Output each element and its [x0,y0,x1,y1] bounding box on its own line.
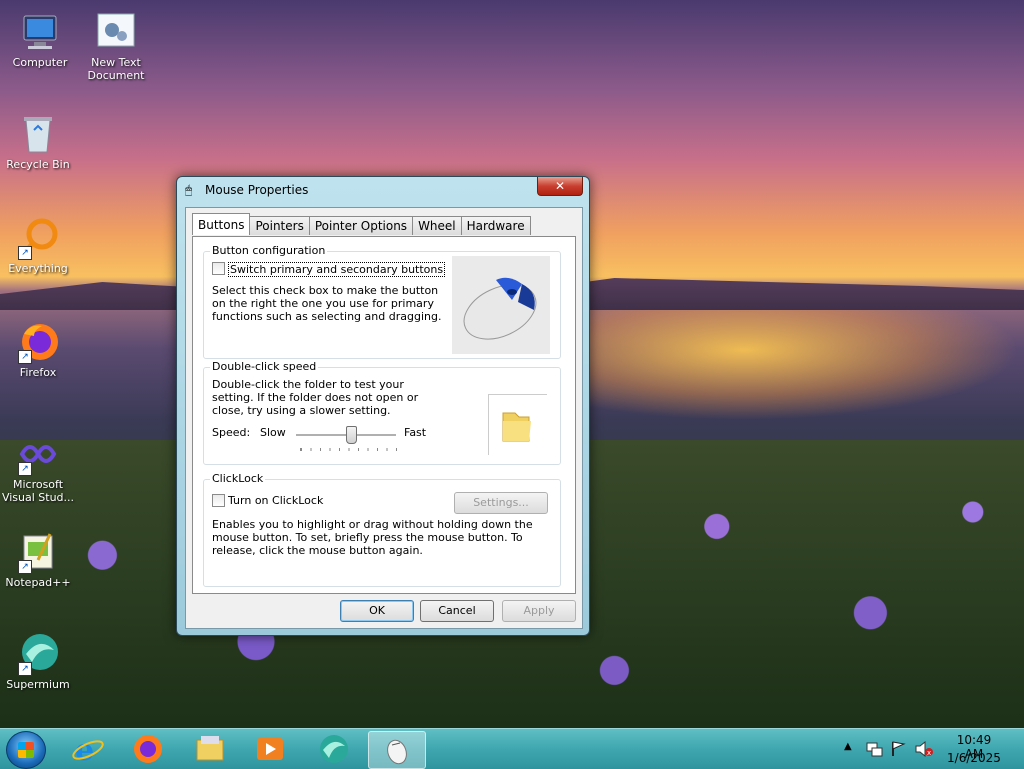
taskbar-mouse-properties[interactable] [368,731,426,769]
apply-button[interactable]: Apply [502,600,576,622]
shortcut-arrow-icon: ↗ [18,350,32,364]
close-button[interactable]: ✕ [537,177,583,196]
desktop-icon-visual-studio[interactable]: ↗ Microsoft Visual Stud... [0,432,76,504]
taskbar-file-explorer[interactable] [182,731,238,767]
mouse-properties-icon [387,739,407,765]
dialog-client: Buttons Pointers Pointer Options Wheel H… [185,207,583,629]
shortcut-arrow-icon: ↗ [18,662,32,676]
media-player-icon [257,738,283,760]
visual-studio-icon: ↗ [16,432,60,476]
shortcut-arrow-icon: ↗ [18,560,32,574]
everything-icon: ↗ [16,216,60,260]
recycle-bin-icon [16,112,60,156]
notepadpp-icon: ↗ [16,530,60,574]
slider-ticks [300,448,397,451]
clicklock-label[interactable]: Turn on ClickLock [228,494,323,507]
taskbar-media-player[interactable] [242,731,298,767]
double-click-speed-group: Double-click speed Double-click the fold… [203,360,561,465]
taskbar-supermium[interactable] [306,731,362,767]
desktop-icon-label: Notepad++ [5,576,71,589]
desktop-icon-notepadpp[interactable]: ↗ Notepad++ [0,530,76,589]
supermium-icon [320,735,348,763]
mouse-properties-dialog: 🖱 Mouse Properties ✕ Buttons Pointers Po… [176,176,590,636]
network-icon[interactable] [866,741,884,757]
desktop-icon-everything[interactable]: ↗ Everything [0,216,76,275]
firefox-icon: ↗ [16,320,60,364]
desktop-icon-label: Supermium [6,678,70,691]
file-explorer-icon [196,736,224,761]
buttons-tab-panel: Button configuration Switch primary and … [192,236,576,594]
double-click-slider-thumb[interactable] [346,426,357,444]
shortcut-arrow-icon: ↗ [18,462,32,476]
mouse-image [452,256,550,354]
windows-logo-icon [18,742,34,758]
volume-muted-icon[interactable]: x [914,740,934,758]
desktop-icon-recycle-bin[interactable]: Recycle Bin [0,112,76,171]
tab-strip: Buttons Pointers Pointer Options Wheel H… [192,213,531,236]
desktop-icon-label: Firefox [19,366,57,379]
fast-label: Fast [404,426,427,439]
switch-buttons-label[interactable]: Switch primary and secondary buttons [228,262,446,277]
group-legend: Button configuration [210,244,328,257]
desktop-icon-label: Microsoft Visual Stud... [1,478,75,504]
firefox-icon [134,735,162,763]
desktop-icon-supermium[interactable]: ↗ Supermium [0,632,76,691]
desktop-icon-label: New Text Document [87,56,145,82]
svg-text:x: x [927,749,931,757]
internet-explorer-icon: e [72,733,104,766]
supermium-icon: ↗ [16,632,60,676]
mouse-icon: 🖱 [185,183,193,197]
taskbar-internet-explorer[interactable]: e [60,731,116,767]
close-icon: ✕ [554,179,566,193]
tab-wheel[interactable]: Wheel [412,216,462,235]
desktop-icon-label: Everything [8,262,68,275]
clock-date[interactable]: 1/6/2025 [946,751,1002,765]
button-config-description: Select this check box to make the button… [212,284,442,323]
mouse-illustration-icon [463,277,537,340]
system-tray: ▲ x 10:49 AM 1/6/2025 [844,729,1024,769]
taskbar-firefox[interactable] [120,731,176,767]
desktop-icon-firefox[interactable]: ↗ Firefox [0,320,76,379]
test-folder-area[interactable] [488,394,547,455]
clicklock-checkbox[interactable] [212,494,225,507]
double-click-description: Double-click the folder to test your set… [212,378,419,417]
desktop-icon-computer[interactable]: Computer [2,10,78,69]
ok-button[interactable]: OK [340,600,414,622]
button-configuration-group: Button configuration Switch primary and … [203,244,561,359]
tab-hardware[interactable]: Hardware [460,216,531,235]
desktop-icon-new-text-document[interactable]: New Text Document [78,10,154,82]
tab-buttons[interactable]: Buttons [192,213,251,235]
action-center-flag-icon[interactable] [890,740,906,758]
tab-pointers[interactable]: Pointers [249,216,310,235]
dialog-title: Mouse Properties [205,183,309,197]
desktop-icon-label: Computer [12,56,68,69]
clicklock-settings-button[interactable]: Settings... [454,492,548,514]
folder-icon [502,412,531,442]
speed-label: Speed: [212,426,251,439]
text-document-icon [94,10,138,54]
clicklock-description: Enables you to highlight or drag without… [212,518,533,557]
switch-buttons-checkbox[interactable] [212,262,225,275]
computer-icon [18,10,62,54]
show-hidden-icons-icon[interactable]: ▲ [844,741,852,752]
slow-label: Slow [260,426,286,439]
cancel-button[interactable]: Cancel [420,600,494,622]
group-legend: ClickLock [210,472,266,485]
tab-pointer-options[interactable]: Pointer Options [308,216,414,235]
clicklock-group: ClickLock Turn on ClickLock Settings... … [203,472,561,587]
start-button[interactable] [6,731,46,769]
shortcut-arrow-icon: ↗ [18,246,32,260]
desktop-icon-label: Recycle Bin [6,158,70,171]
group-legend: Double-click speed [210,360,319,373]
title-bar[interactable]: 🖱 Mouse Properties ✕ [177,177,589,203]
taskbar: e ▲ x 10:49 AM 1/6/2025 [0,728,1024,769]
